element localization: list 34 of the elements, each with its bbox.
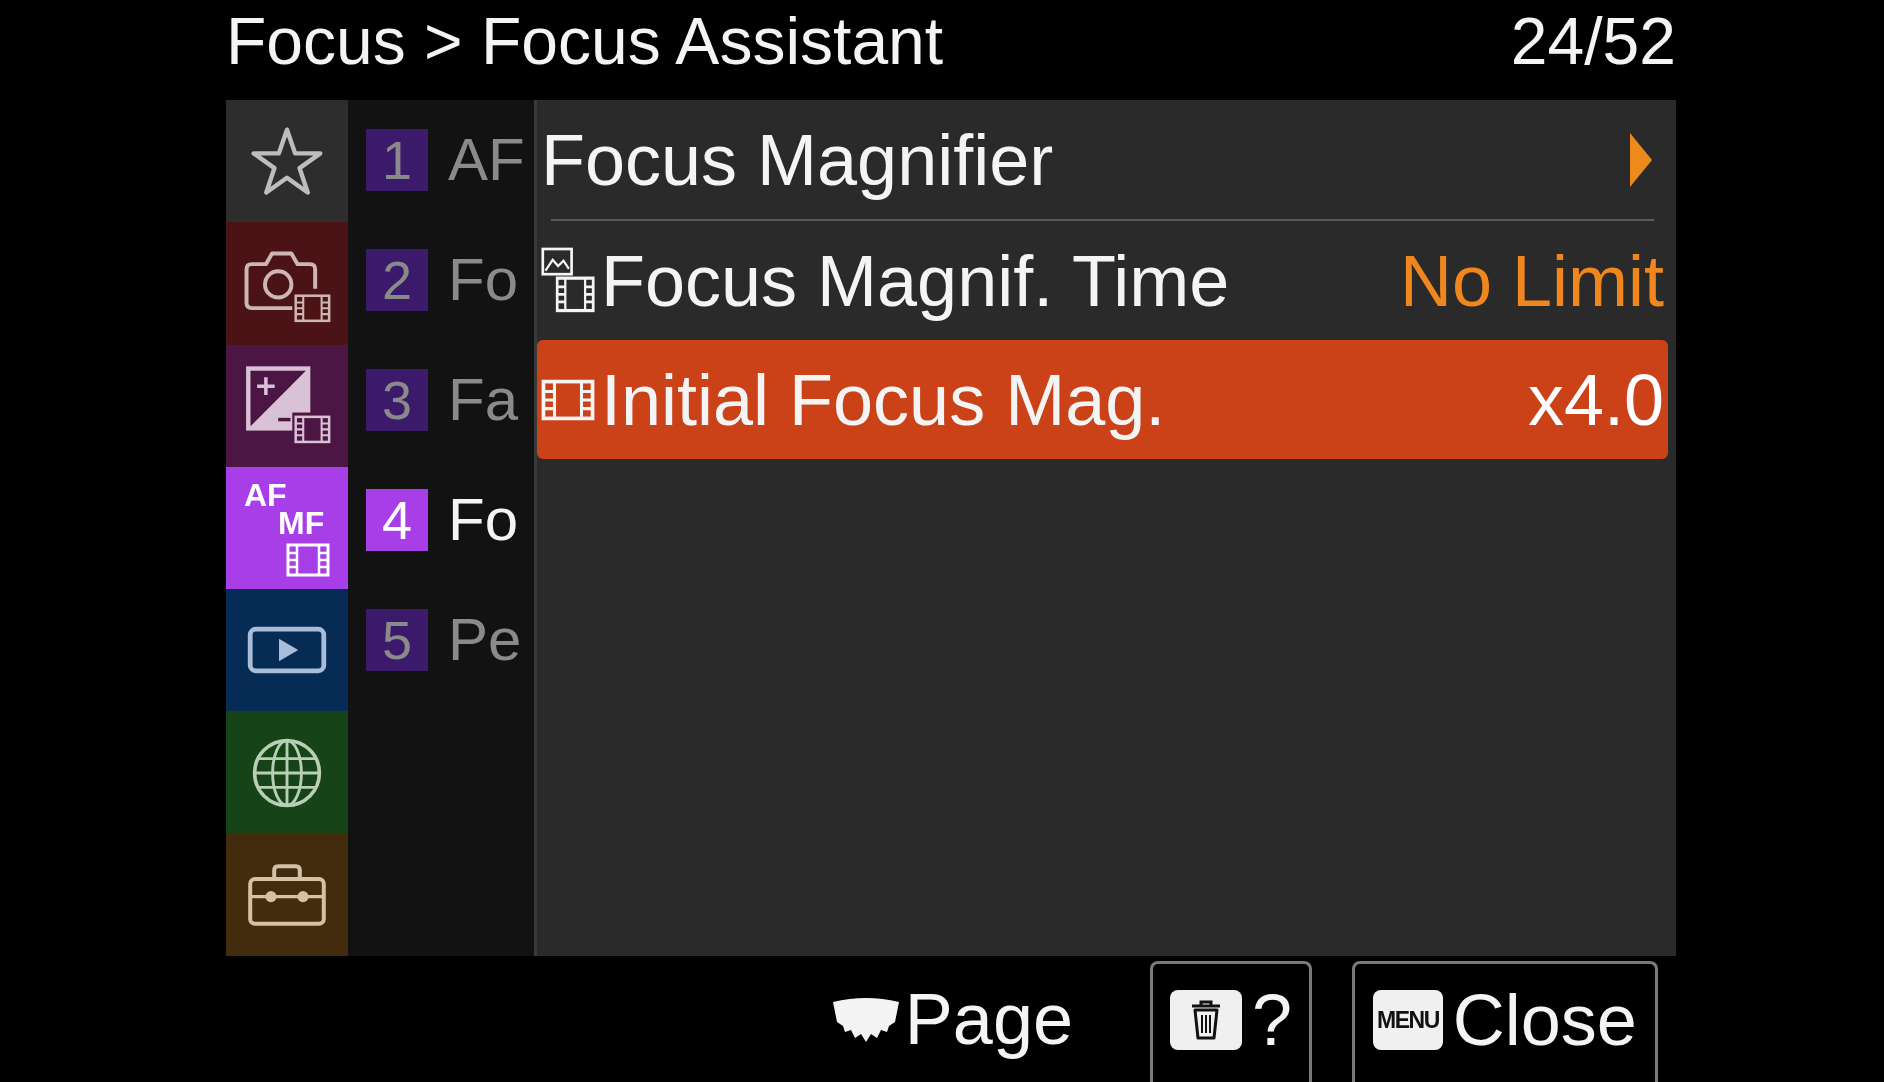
globe-icon — [251, 736, 323, 809]
film-strip-icon — [286, 543, 330, 577]
page-title: Fa — [448, 370, 519, 430]
exposure-film-icon — [243, 365, 331, 447]
trash-help-button[interactable]: ? — [1150, 961, 1312, 1082]
page-number[interactable]: 5 — [366, 609, 428, 671]
trash-icon — [1169, 990, 1242, 1050]
page-number[interactable]: 1 — [366, 129, 428, 191]
star-icon — [250, 125, 324, 197]
page-number[interactable]: 3 — [366, 369, 428, 431]
screen-title: Focus > Focus Assistant — [226, 8, 944, 74]
dial-icon — [830, 996, 901, 1042]
menu-tab[interactable]: AF MF — [226, 466, 348, 590]
page-title: Pe — [448, 610, 522, 670]
menu-tab[interactable] — [226, 711, 348, 834]
caret-right-icon — [1630, 132, 1652, 187]
play-screen-icon — [247, 626, 327, 675]
menu-tab[interactable] — [226, 833, 348, 956]
photo-film-icon — [541, 247, 595, 314]
menu-tab[interactable] — [226, 222, 348, 345]
page-number[interactable]: 2 — [366, 249, 428, 311]
menu-item[interactable]: Focus Magnif. Time No Limit — [537, 221, 1668, 340]
menu-item[interactable]: Initial Focus Mag. x4.0 — [537, 340, 1668, 459]
menu-tab[interactable] — [226, 344, 348, 467]
menu-tab[interactable] — [226, 589, 348, 712]
menu-key: MENU — [1373, 990, 1443, 1050]
menu-item[interactable]: Focus Magnifier — [537, 100, 1668, 219]
menu-tab[interactable] — [226, 100, 348, 223]
page-title: Fo — [448, 490, 519, 550]
page-title: AF — [448, 130, 525, 190]
page-counter: 24/52 — [1510, 8, 1676, 74]
toolbox-icon — [247, 862, 327, 927]
page-number[interactable]: 4 — [366, 489, 428, 551]
page-title: Fo — [448, 250, 519, 310]
